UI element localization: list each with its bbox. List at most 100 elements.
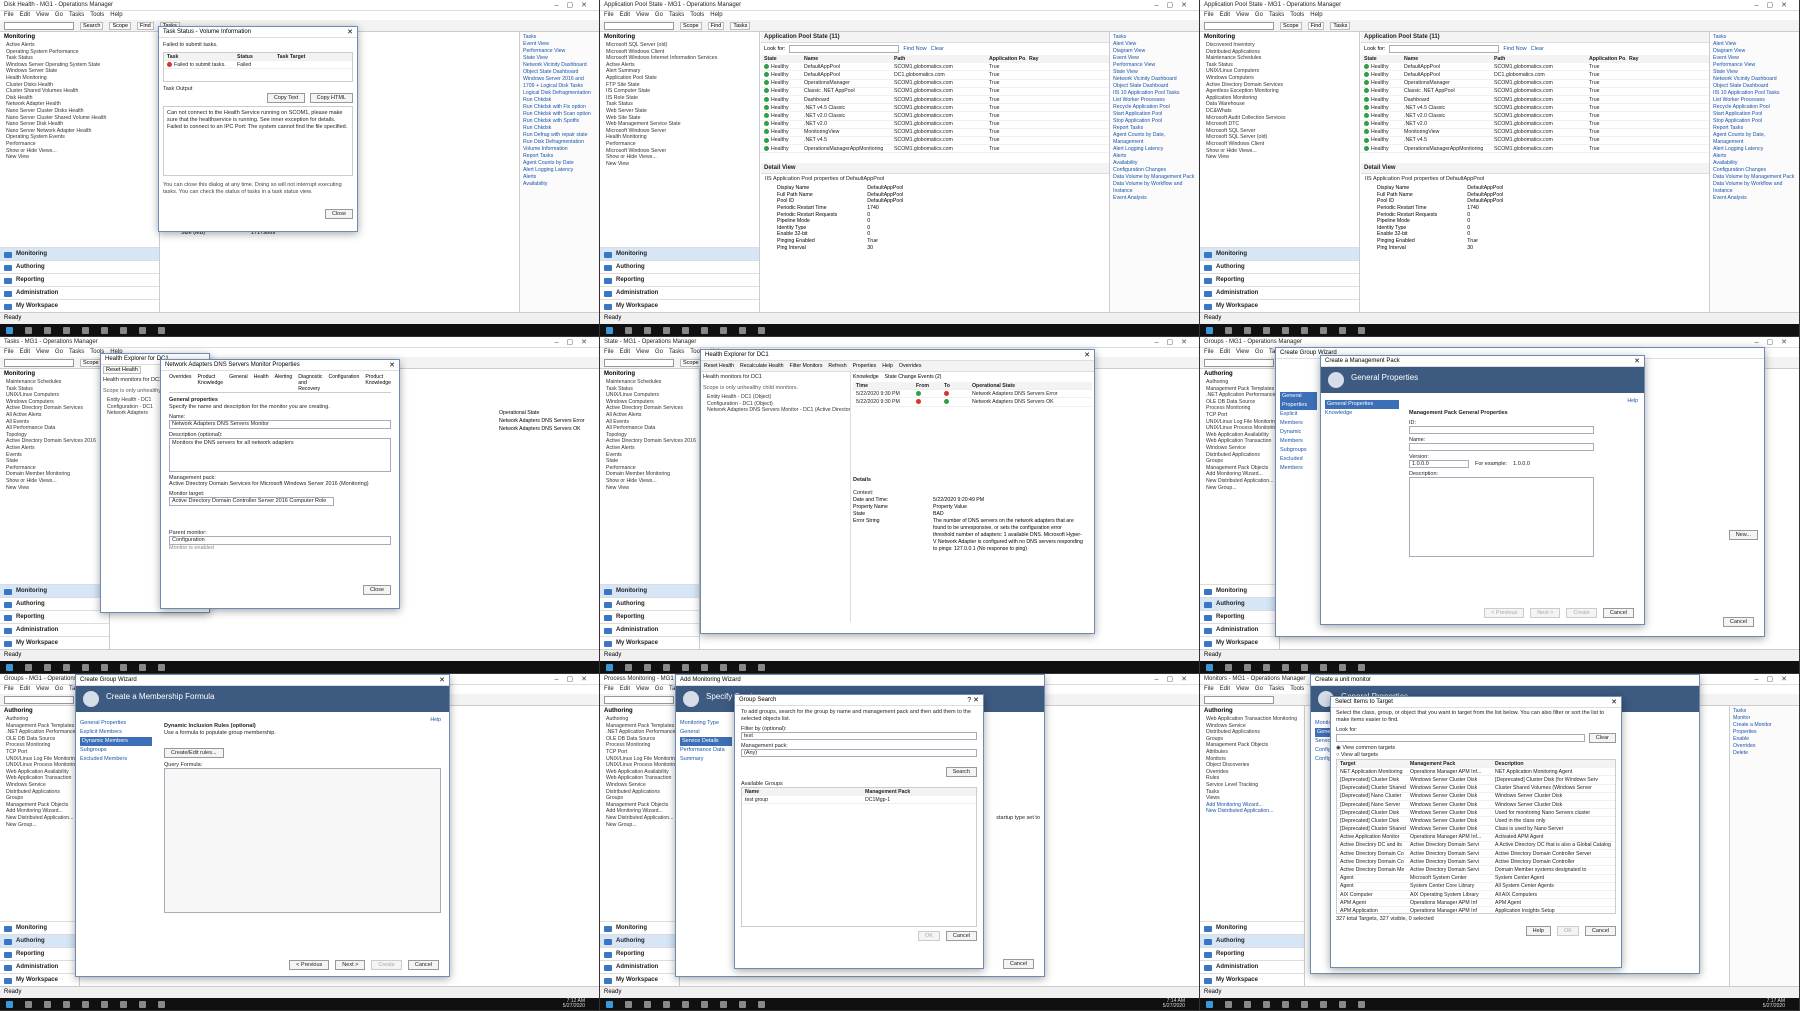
- list-item[interactable]: Windows Service: [6, 782, 79, 789]
- list-item[interactable]: Web Application Transaction Monitoring: [1206, 716, 1304, 723]
- list-item[interactable]: Operating System Performance: [6, 49, 159, 56]
- workspace-button[interactable]: Reporting: [1200, 610, 1279, 623]
- menu-item[interactable]: Help: [110, 12, 122, 18]
- nav-tree[interactable]: Authoring Management Pack Templates .NET A…: [1200, 379, 1279, 491]
- close-button[interactable]: Close: [362, 585, 391, 595]
- table-row[interactable]: [Deprecated] Cluster Disk Windows Server …: [1337, 809, 1615, 818]
- edge-icon[interactable]: [1263, 326, 1270, 334]
- table-row[interactable]: Failed to submit tasks. Failed: [164, 61, 352, 70]
- chrome-icon[interactable]: [1301, 326, 1308, 334]
- list-item[interactable]: Rules: [1206, 775, 1304, 782]
- table-row[interactable]: Healthy .NET v4.5 SCOM1.globomatics.com Tru…: [761, 137, 1109, 146]
- list-item[interactable]: Active Alerts: [6, 445, 109, 452]
- workspace-button[interactable]: Monitoring: [0, 921, 79, 934]
- task-view-icon[interactable]: [44, 326, 51, 334]
- ops-manager-icon[interactable]: [120, 1000, 127, 1008]
- table-row[interactable]: Healthy .NET v4.5 SCOM1.globomatics.com Tru…: [1361, 137, 1709, 146]
- list-item[interactable]: Explicit Members: [80, 728, 152, 737]
- list-item[interactable]: Topology: [606, 432, 699, 439]
- dialog-steps[interactable]: General Properties Knowledge: [1321, 396, 1403, 422]
- workspace-button[interactable]: Monitoring: [1200, 584, 1279, 597]
- terminal-icon[interactable]: [1339, 326, 1346, 334]
- edge-icon[interactable]: [63, 1000, 70, 1008]
- list-item[interactable]: Network Adapter Health: [6, 101, 159, 108]
- app-icon[interactable]: [758, 326, 765, 334]
- id-field[interactable]: [1409, 426, 1594, 434]
- edge-icon[interactable]: [1263, 663, 1270, 671]
- table-row[interactable]: Healthy OperationsManagerAppMonitoring SCO…: [761, 145, 1109, 154]
- menu-item[interactable]: File: [604, 686, 614, 692]
- list-item[interactable]: All Performance Data: [606, 425, 699, 432]
- list-item[interactable]: Summary: [680, 755, 732, 764]
- list-item[interactable]: Windows Server Operating System State: [6, 62, 159, 69]
- app-icon[interactable]: [1358, 663, 1365, 671]
- chrome-icon[interactable]: [701, 1000, 708, 1008]
- list-item[interactable]: Active Directory Domain Services: [1206, 82, 1359, 89]
- table-row[interactable]: NET Application Monitoring Operations Man…: [1337, 768, 1615, 777]
- menu-item[interactable]: File: [1204, 12, 1214, 18]
- table-row[interactable]: AIX Computer AIX Operating System Library…: [1337, 891, 1615, 900]
- table-row[interactable]: Healthy .NET v2.0 Classic SCOM1.globomatic…: [761, 112, 1109, 121]
- list-item[interactable]: Recalculate Health: [740, 363, 784, 369]
- scope-button[interactable]: Scope: [1280, 21, 1302, 30]
- workspace-buttons[interactable]: Monitoring Authoring Reporting Administrati…: [0, 247, 159, 312]
- search-input[interactable]: [604, 358, 674, 367]
- chrome-icon[interactable]: [701, 326, 708, 334]
- list-item[interactable]: Task Status: [606, 101, 759, 108]
- ops-manager-icon[interactable]: [720, 663, 727, 671]
- list-item[interactable]: All Events: [606, 419, 699, 426]
- table-row[interactable]: Healthy .NET v4.5 Classic SCOM1.globomatic…: [761, 104, 1109, 113]
- table-row[interactable]: Healthy OperationsManagerAppMonitoring SCO…: [1361, 145, 1709, 154]
- search-icon[interactable]: [25, 1000, 32, 1008]
- search-input[interactable]: [4, 358, 74, 367]
- table-row[interactable]: APM Application Operations Manager APM In…: [1337, 907, 1615, 913]
- menu-item[interactable]: Edit: [20, 349, 30, 355]
- file-explorer-icon[interactable]: [1282, 1000, 1289, 1008]
- cancel-button[interactable]: Cancel: [1602, 608, 1634, 618]
- workspace-button[interactable]: Monitoring: [600, 584, 699, 597]
- search-icon[interactable]: [1225, 1000, 1232, 1008]
- list-item[interactable]: All Active Alerts: [6, 412, 109, 419]
- list-item[interactable]: Management Pack Templates: [6, 723, 79, 730]
- file-explorer-icon[interactable]: [682, 1000, 689, 1008]
- list-item[interactable]: Nano Server Cluster Disks Health: [6, 108, 159, 115]
- list-item[interactable]: Operating System Events: [6, 134, 159, 141]
- terminal-icon[interactable]: [139, 663, 146, 671]
- list-item[interactable]: Groups: [606, 795, 679, 802]
- list-item[interactable]: Health Monitoring: [6, 75, 159, 82]
- ok-button[interactable]: OK: [1556, 926, 1579, 936]
- list-item[interactable]: Knowledge: [1325, 409, 1399, 418]
- menu-item[interactable]: View: [36, 12, 49, 18]
- list-item[interactable]: Show or Hide Views...: [606, 478, 699, 485]
- list-item[interactable]: FTP Site State: [606, 82, 759, 89]
- ops-manager-icon[interactable]: [120, 663, 127, 671]
- workspace-button[interactable]: Reporting: [1200, 273, 1359, 286]
- list-item[interactable]: New View: [606, 485, 699, 492]
- menu-item[interactable]: View: [1236, 686, 1249, 692]
- list-item[interactable]: Management Pack Objects: [6, 802, 79, 809]
- list-item[interactable]: OLE DB Data Source: [6, 736, 79, 743]
- list-item[interactable]: DC&Whats: [1206, 108, 1359, 115]
- table-row[interactable]: Healthy DefaultAppPool SCOM1.globomatics.c…: [761, 63, 1109, 72]
- list-item[interactable]: TCP Port: [606, 749, 679, 756]
- list-item[interactable]: Windows Server State: [6, 68, 159, 75]
- cancel-button[interactable]: Cancel: [1584, 926, 1616, 936]
- list-item[interactable]: Properties: [853, 363, 877, 369]
- workspace-button[interactable]: My Workspace: [0, 299, 159, 312]
- cancel-button[interactable]: Cancel: [945, 931, 977, 941]
- menu-item[interactable]: Tools: [1290, 12, 1304, 18]
- list-item[interactable]: Active Alerts: [6, 42, 159, 49]
- task-view-icon[interactable]: [644, 663, 651, 671]
- menu-item[interactable]: File: [1204, 686, 1214, 692]
- parent-select[interactable]: Configuration: [169, 536, 391, 545]
- find-now-link[interactable]: Find Now: [903, 46, 926, 52]
- tasks-button[interactable]: Tasks: [1330, 21, 1351, 30]
- table-row[interactable]: APM Agent Operations Manager APM Inf APM A…: [1337, 899, 1615, 908]
- list-item[interactable]: Agentless Exception Monitoring: [1206, 88, 1359, 95]
- next-button[interactable]: Next >: [335, 960, 366, 970]
- list-item[interactable]: Monitors: [1206, 756, 1304, 763]
- cancel-button[interactable]: Cancel: [407, 960, 439, 970]
- menu-item[interactable]: Tasks: [669, 349, 684, 355]
- workspace-button[interactable]: My Workspace: [1200, 299, 1359, 312]
- workspace-button[interactable]: Administration: [1200, 960, 1304, 973]
